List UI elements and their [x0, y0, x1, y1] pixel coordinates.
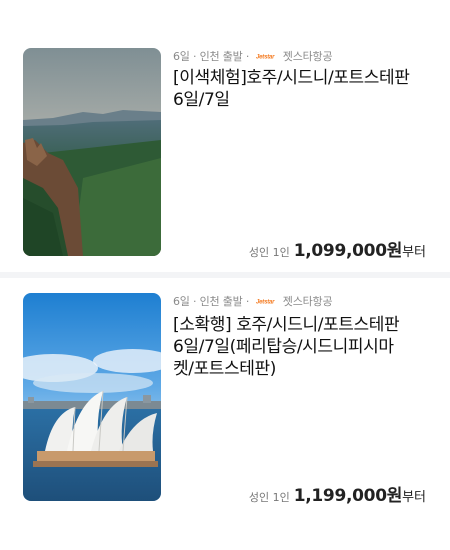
- svg-text:Jetstar: Jetstar: [256, 300, 275, 306]
- duration: 6일: [173, 295, 190, 308]
- blue-mountains-photo: [23, 48, 161, 256]
- title-line: 6일/7일(페리탑승/시드니피시마: [173, 337, 394, 357]
- title-line: 6일/7일: [173, 90, 230, 110]
- trip-meta: 6일 · 인천 출발 · Jetstar 젯스타항공: [173, 293, 333, 309]
- airline-name: 젯스타항공: [282, 295, 333, 308]
- separator-dot: ·: [193, 50, 197, 63]
- product-image[interactable]: [23, 48, 161, 256]
- jetstar-logo-icon: Jetstar: [255, 297, 278, 306]
- price-amount: 1,099,000원: [293, 241, 403, 261]
- price-label: 성인 1인: [248, 246, 290, 259]
- jetstar-logo-icon: Jetstar: [255, 52, 278, 61]
- price-amount: 1,199,000원: [293, 486, 403, 506]
- trip-meta: 6일 · 인천 출발 · Jetstar 젯스타항공: [173, 48, 333, 64]
- departure: 인천 출발: [199, 295, 243, 308]
- price-block: 성인 1인 1,199,000원부터: [249, 481, 426, 506]
- product-card[interactable]: 6일 · 인천 출발 · Jetstar 젯스타항공 [이색체험]호주/시드니/…: [0, 0, 450, 272]
- sydney-opera-house-photo: [23, 293, 161, 501]
- departure: 인천 출발: [199, 50, 243, 63]
- duration: 6일: [173, 50, 190, 63]
- price-suffix: 부터: [402, 490, 426, 505]
- product-title[interactable]: [소확행] 호주/시드니/포트스테판 6일/7일(페리탑승/시드니피시마 켓/포…: [173, 314, 433, 380]
- svg-text:Jetstar: Jetstar: [256, 55, 275, 61]
- separator-dot: ·: [245, 50, 250, 63]
- price-block: 성인 1인 1,099,000원부터: [249, 236, 426, 261]
- product-image[interactable]: [23, 293, 161, 501]
- product-title[interactable]: [이색체험]호주/시드니/포트스테판 6일/7일: [173, 67, 433, 111]
- product-card[interactable]: 6일 · 인천 출발 · Jetstar 젯스타항공 [소확행] 호주/시드니/…: [0, 278, 450, 550]
- separator-dot: ·: [245, 295, 250, 308]
- title-line: [이색체험]호주/시드니/포트스테판: [173, 68, 410, 88]
- title-line: [소확행] 호주/시드니/포트스테판: [173, 315, 400, 335]
- separator-dot: ·: [193, 295, 197, 308]
- price-suffix: 부터: [402, 245, 426, 260]
- price-label: 성인 1인: [248, 491, 290, 504]
- airline-name: 젯스타항공: [282, 50, 333, 63]
- title-line: 켓/포트스테판): [173, 359, 276, 379]
